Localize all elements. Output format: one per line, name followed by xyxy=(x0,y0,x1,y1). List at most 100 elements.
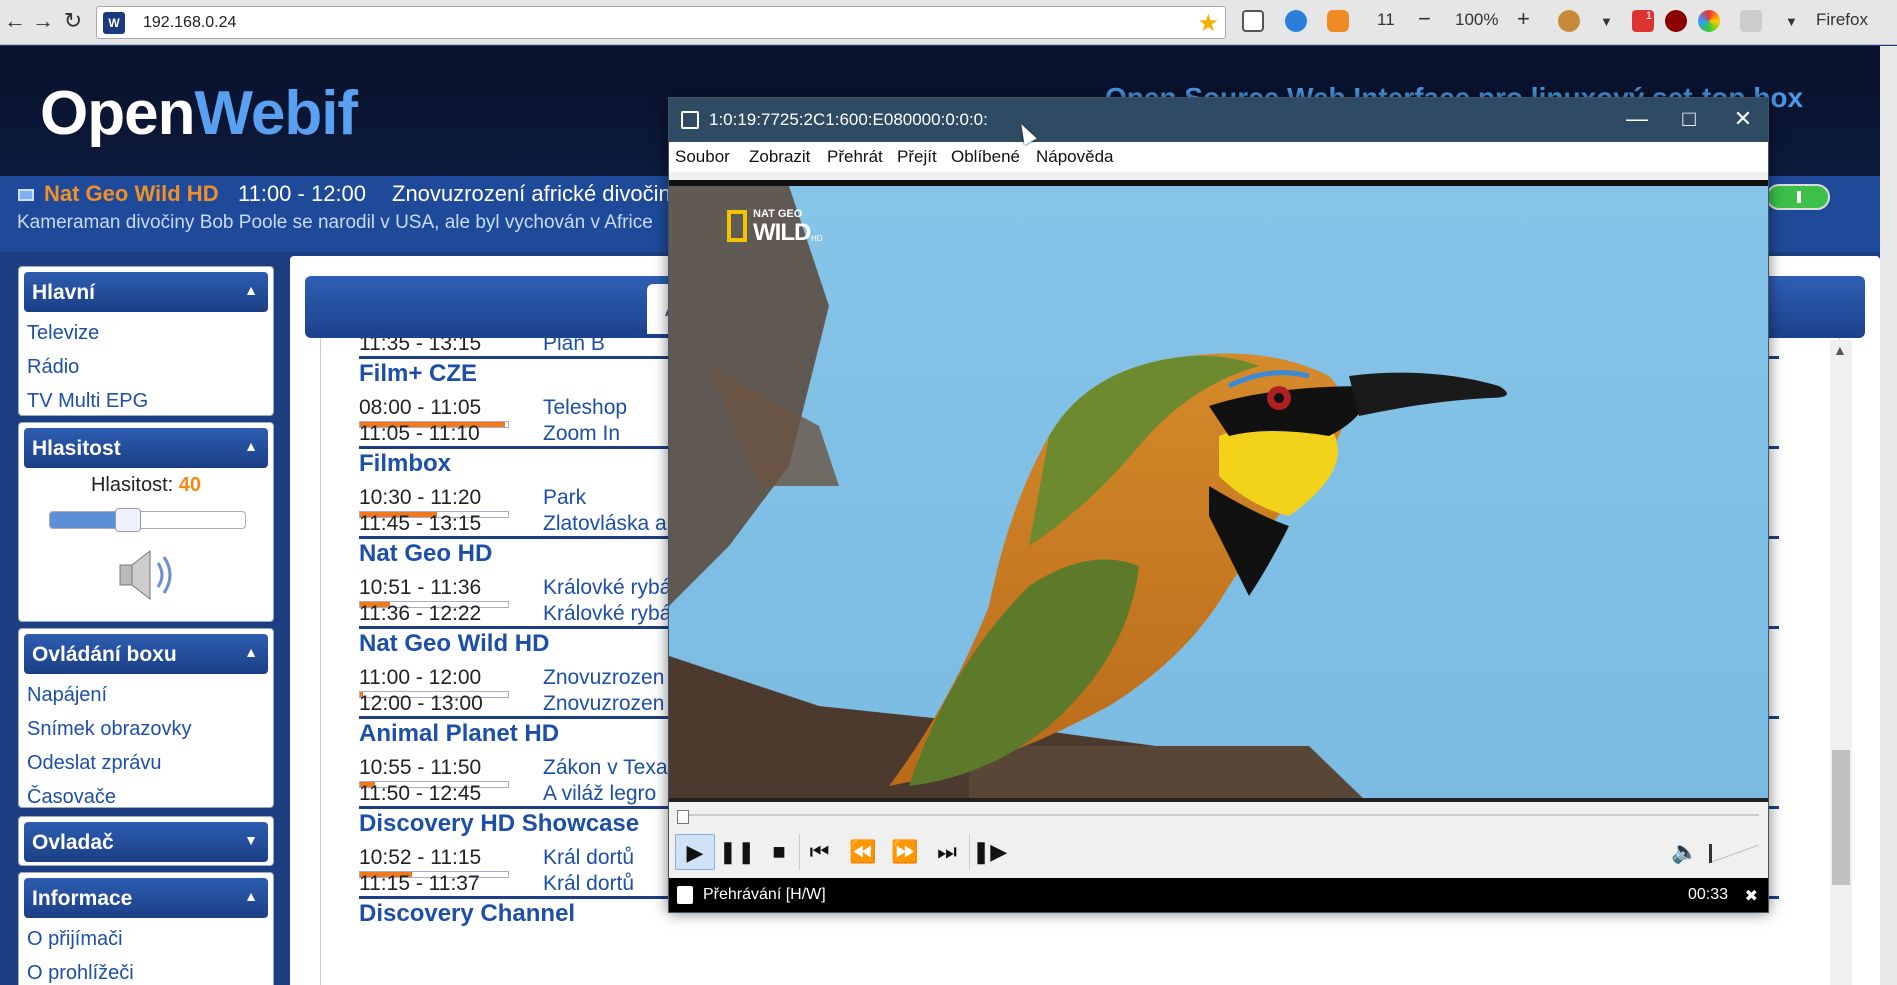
dropdown-icon[interactable]: ▼ xyxy=(1600,14,1613,29)
sidebar-item-browser[interactable]: O prohlížeči xyxy=(19,957,273,985)
now-channel[interactable]: Nat Geo Wild HD xyxy=(44,181,219,207)
extension-grey-icon[interactable] xyxy=(1740,10,1762,32)
sidebar-head-box[interactable]: Ovládání boxu ▲ xyxy=(24,634,268,674)
chevron-up-icon[interactable]: ▲ xyxy=(244,644,258,660)
epg-channel-name[interactable]: Filmbox xyxy=(359,450,451,478)
video-area[interactable]: NAT GEO WILD HD xyxy=(669,180,1768,798)
sidebar-item-power[interactable]: Napájení xyxy=(19,679,273,713)
url-bar[interactable]: W 192.168.0.24 ★ xyxy=(96,6,1226,39)
menu-oblibene[interactable]: Oblíbené xyxy=(951,147,1020,167)
close-icon[interactable]: ✕ xyxy=(1721,104,1765,134)
menu-zobrazit[interactable]: Zobrazit xyxy=(749,147,810,167)
epg-channel-name[interactable]: Nat Geo Wild HD xyxy=(359,630,549,658)
sidebar-panel-volume: Hlasitost ▲ Hlasitost: 40 xyxy=(18,422,274,622)
previous-icon[interactable]: ⏮ xyxy=(799,834,839,870)
epg-program-title[interactable]: Teleshop xyxy=(543,396,627,420)
chevron-up-icon[interactable]: ▲ xyxy=(244,888,258,904)
epg-program-title[interactable]: Znovuzrozen xyxy=(543,692,664,716)
seek-bar[interactable] xyxy=(669,798,1768,828)
openwebif-logo[interactable]: OpenWebif xyxy=(40,78,358,149)
sidebar-head-info[interactable]: Informace ▲ xyxy=(24,878,268,918)
reload-icon[interactable]: ↻ xyxy=(60,8,86,34)
vlc-volume-slider[interactable] xyxy=(1708,842,1760,864)
volume-icon[interactable]: 🔈 xyxy=(1665,834,1705,870)
rewind-icon[interactable]: ⏪ xyxy=(843,834,883,870)
epg-program-title[interactable]: A viláž legro xyxy=(543,782,656,806)
seek-handle[interactable] xyxy=(677,810,689,824)
scroll-up-icon[interactable]: ▲ xyxy=(1833,342,1847,358)
seek-track[interactable] xyxy=(679,814,1759,816)
notification-icon[interactable]: 1 xyxy=(1632,10,1654,32)
chevron-up-icon[interactable]: ▲ xyxy=(244,282,258,298)
epg-program-title[interactable]: Park xyxy=(543,486,586,510)
epg-channel-name[interactable]: Animal Planet HD xyxy=(359,720,559,748)
ublock-icon[interactable] xyxy=(1665,10,1687,32)
epg-program-title[interactable]: Královké rybá xyxy=(543,576,671,600)
chevron-up-icon[interactable]: ▲ xyxy=(244,438,258,454)
menu-napoveda[interactable]: Nápověda xyxy=(1036,147,1114,167)
download-icon[interactable] xyxy=(1285,10,1307,32)
epg-channel-name[interactable]: Discovery Channel xyxy=(359,900,575,928)
epg-program-title[interactable]: Král dortů xyxy=(543,846,634,870)
epg-program-title[interactable]: Zlatovláska a xyxy=(543,512,667,536)
epg-channel-name[interactable]: Film+ CZE xyxy=(359,360,477,388)
pause-icon[interactable]: ❚❚ xyxy=(717,834,757,870)
frame-step-icon[interactable]: ❚▶ xyxy=(969,834,1009,870)
epg-program-title[interactable]: Král dortů xyxy=(543,872,634,896)
page-scrollbar[interactable]: ▲ xyxy=(1830,340,1852,985)
sidebar-item-televize[interactable]: Televize xyxy=(19,317,273,351)
menu-soubor[interactable]: Soubor xyxy=(675,147,730,167)
firefox-menu[interactable]: Firefox xyxy=(1816,10,1868,30)
rss-icon[interactable] xyxy=(1327,10,1349,32)
sidebar-head-remote[interactable]: Ovladač ▼ xyxy=(24,822,268,862)
sidebar-item-multi-epg[interactable]: TV Multi EPG xyxy=(19,385,273,419)
now-time: 11:00 - 12:00 xyxy=(238,181,367,206)
sidebar-item-screenshot[interactable]: Snímek obrazovky xyxy=(19,713,273,747)
elapsed-time[interactable]: 00:33 xyxy=(1688,886,1728,904)
epg-program-title[interactable]: Královké rybá xyxy=(543,602,671,626)
sidebar-head-main[interactable]: Hlavní ▲ xyxy=(24,272,268,312)
sidebar-item-receiver[interactable]: O přijímači xyxy=(19,923,273,957)
chevron-down-icon[interactable]: ▼ xyxy=(244,832,258,848)
epg-time: 08:00 - 11:05 xyxy=(359,396,482,419)
zoom-out-icon[interactable]: − xyxy=(1418,6,1431,32)
bookmark-star-icon[interactable]: ★ xyxy=(1197,9,1219,38)
fast-forward-icon[interactable]: ⏩ xyxy=(885,834,925,870)
zoom-level[interactable]: 100% xyxy=(1455,10,1498,30)
minimize-icon[interactable]: — xyxy=(1615,104,1659,134)
shuffle-icon[interactable]: ✖ xyxy=(1745,886,1758,906)
next-icon[interactable]: ⏭ xyxy=(927,834,967,870)
menu-prejit[interactable]: Přejít xyxy=(897,147,937,167)
epg-program-title[interactable]: Zákon v Texa xyxy=(543,756,668,780)
menu-prehrat[interactable]: Přehrát xyxy=(827,147,883,167)
vlc-window[interactable]: 1:0:19:7725:2C1:600:E080000:0:0:0: — □ ✕… xyxy=(668,97,1769,913)
maximize-icon[interactable]: □ xyxy=(1667,104,1711,134)
speaker-icon[interactable] xyxy=(106,545,186,605)
extension-s-icon[interactable] xyxy=(1698,10,1720,32)
scroll-thumb[interactable] xyxy=(1832,750,1850,885)
epg-program-title[interactable]: Plán B xyxy=(543,338,605,356)
greasemonkey-icon[interactable] xyxy=(1558,10,1580,32)
menu-dropdown-icon[interactable]: ▼ xyxy=(1785,14,1798,29)
sidebar-item-radio[interactable]: Rádio xyxy=(19,351,273,385)
epg-channel-name[interactable]: Nat Geo HD xyxy=(359,540,492,568)
back-icon[interactable]: ← xyxy=(2,8,28,34)
power-toggle[interactable] xyxy=(1766,184,1830,210)
epg-program-title[interactable]: Znovuzrozen xyxy=(543,666,664,690)
url-text[interactable]: 192.168.0.24 xyxy=(143,14,236,32)
epg-time: 11:50 - 12:45 xyxy=(359,782,482,805)
vlc-titlebar[interactable]: 1:0:19:7725:2C1:600:E080000:0:0:0: — □ ✕ xyxy=(669,98,1768,142)
sidebar-item-message[interactable]: Odeslat zprávu xyxy=(19,747,273,781)
epg-program-title[interactable]: Zoom In xyxy=(543,422,620,446)
stop-icon[interactable]: ■ xyxy=(759,834,799,870)
bookmarks-icon[interactable] xyxy=(1242,10,1264,32)
volume-thumb[interactable] xyxy=(115,508,141,532)
sidebar-head-volume[interactable]: Hlasitost ▲ xyxy=(24,428,268,468)
epg-channel-name[interactable]: Discovery HD Showcase xyxy=(359,810,639,838)
volume-slider[interactable] xyxy=(49,508,246,532)
sidebar-item-timers[interactable]: Časovače xyxy=(19,781,273,815)
play-icon[interactable]: ▶ xyxy=(675,834,715,870)
sidebar-panel-remote: Ovladač ▼ xyxy=(18,816,274,866)
zoom-in-icon[interactable]: + xyxy=(1517,6,1530,32)
forward-icon[interactable]: → xyxy=(30,8,56,34)
